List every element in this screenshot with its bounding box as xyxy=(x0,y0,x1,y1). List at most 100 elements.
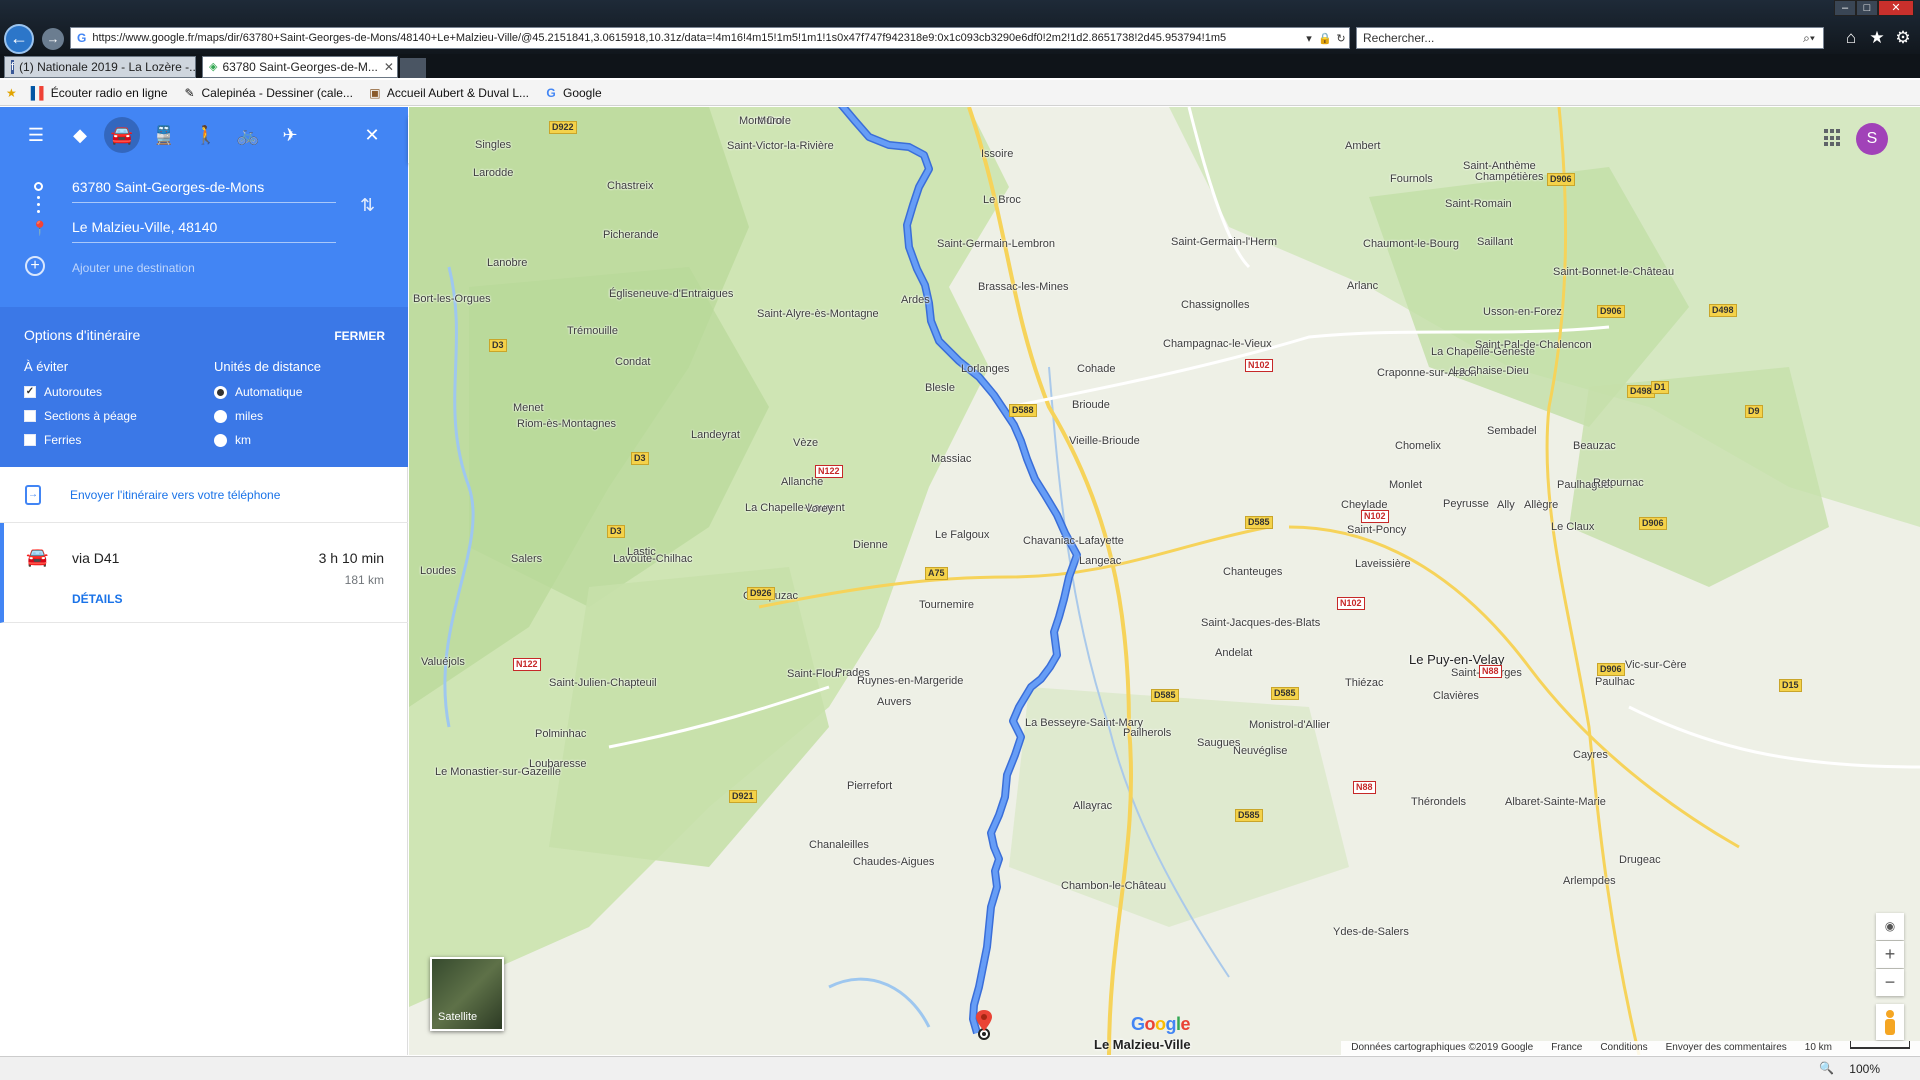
place-label: Usson-en-Forez xyxy=(1483,306,1562,318)
avatar[interactable]: S xyxy=(1856,123,1888,155)
red-pin-icon[interactable] xyxy=(976,1010,992,1032)
favorites-star-icon[interactable]: ★ xyxy=(1866,28,1888,48)
refresh-icon[interactable]: ↻ xyxy=(1333,32,1349,45)
car-icon: 🚘 xyxy=(26,547,49,567)
favorites-bar: ★ ▌▌ Écouter radio en ligne ✎ Calepinéa … xyxy=(0,80,1920,106)
units-automatic-radio[interactable]: Automatique xyxy=(214,385,302,399)
units-miles-radio[interactable]: miles xyxy=(214,409,263,423)
place-label: Chomelix xyxy=(1395,440,1441,452)
send-to-phone-row[interactable]: → Envoyer l'itinéraire vers votre téléph… xyxy=(0,467,408,523)
terms-link[interactable]: Conditions xyxy=(1600,1041,1647,1055)
units-km-radio[interactable]: km xyxy=(214,433,251,447)
destination-pin-icon: 📍 xyxy=(31,220,49,236)
road-shield: D3 xyxy=(631,452,649,465)
country-link[interactable]: France xyxy=(1551,1041,1582,1055)
browser-search-box[interactable]: Rechercher... ⌕▾ xyxy=(1356,27,1824,49)
place-label: Massiac xyxy=(931,453,972,465)
maximize-button[interactable]: □ xyxy=(1856,0,1878,16)
road-shield: D922 xyxy=(549,121,577,134)
home-icon[interactable]: ⌂ xyxy=(1840,28,1862,48)
favorite-aubert-duval[interactable]: ▣ Accueil Aubert & Duval L... xyxy=(367,86,529,100)
address-bar[interactable]: G https://www.google.fr/maps/dir/63780+S… xyxy=(70,27,1350,49)
place-label: Saint-Germain-Lembron xyxy=(937,238,1055,250)
checkbox-icon[interactable] xyxy=(24,410,36,422)
road-shield: D585 xyxy=(1271,687,1299,700)
avoid-ferries-checkbox[interactable]: Ferries xyxy=(24,433,81,447)
car-mode-icon[interactable]: 🚘 xyxy=(104,117,140,153)
road-shield: D15 xyxy=(1779,679,1802,692)
satellite-toggle-button[interactable]: Satellite xyxy=(430,957,504,1031)
zoom-in-button[interactable]: + xyxy=(1876,941,1904,968)
swap-icon[interactable]: ⇅ xyxy=(360,195,375,216)
map-base-layer xyxy=(409,107,1920,1055)
place-label: Le Falgoux xyxy=(935,529,990,541)
option-label: Ferries xyxy=(44,433,82,447)
place-label: La Chaise-Dieu xyxy=(1453,365,1529,377)
checkbox-icon[interactable] xyxy=(24,434,36,446)
radio-selected-icon[interactable] xyxy=(214,385,227,399)
cycling-mode-icon[interactable]: 🚲 xyxy=(230,117,266,153)
window-close-button[interactable]: ✕ xyxy=(1878,0,1914,16)
avoid-highways-checkbox[interactable]: ✓ Autoroutes xyxy=(24,385,102,399)
place-label: Chassignolles xyxy=(1181,299,1250,311)
zoom-out-button[interactable]: − xyxy=(1876,969,1904,996)
add-destination-input[interactable]: Ajouter une destination xyxy=(72,261,195,275)
place-label: Dienne xyxy=(853,539,888,551)
place-label: Saint-Julien-Chapteuil xyxy=(549,677,657,689)
checkbox-checked-icon[interactable]: ✓ xyxy=(24,386,36,398)
search-input[interactable]: Rechercher... xyxy=(1363,31,1795,45)
close-directions-icon[interactable]: ✕ xyxy=(354,117,390,153)
tab-close-icon[interactable]: ✕ xyxy=(378,60,394,74)
dropdown-icon[interactable]: ▾ xyxy=(1301,32,1317,45)
zoom-level[interactable]: 100% xyxy=(1849,1062,1880,1076)
street-view-pegman-icon[interactable] xyxy=(1876,1004,1904,1040)
my-location-icon[interactable]: ◉ xyxy=(1876,913,1904,940)
place-label: Brioude xyxy=(1072,399,1110,411)
menu-icon[interactable]: ☰ xyxy=(18,117,54,153)
route-option-card[interactable]: 🚘 via D41 3 h 10 min 181 km DÉTAILS xyxy=(0,523,408,623)
destination-input[interactable]: Le Malzieu-Ville, 48140 xyxy=(72,213,336,243)
tab-google-maps[interactable]: ◈ 63780 Saint-Georges-de-M... ✕ xyxy=(202,56,398,78)
radio-icon[interactable] xyxy=(214,433,227,447)
new-tab-button[interactable] xyxy=(400,58,426,78)
place-label: Tournemire xyxy=(919,599,975,611)
browser-statusbar: 🔍 100% xyxy=(0,1056,1920,1080)
send-to-phone-link[interactable]: Envoyer l'itinéraire vers votre téléphon… xyxy=(70,488,280,502)
road-shield: D588 xyxy=(1009,404,1037,417)
place-label: Chanteuges xyxy=(1223,566,1283,578)
radio-icon[interactable] xyxy=(214,409,227,423)
tab-facebook[interactable]: f (1) Nationale 2019 - La Lozère -... xyxy=(4,56,196,78)
minimize-button[interactable]: – xyxy=(1834,0,1856,16)
lock-icon[interactable]: 🔒 xyxy=(1317,32,1333,45)
favorite-google[interactable]: G Google xyxy=(543,86,601,100)
map-canvas[interactable]: Mont-Dore Murol Singles Saint-Victor-la-Riv… xyxy=(409,107,1920,1055)
place-label: Valuéjols xyxy=(421,656,465,668)
favorites-star-icon[interactable]: ★ xyxy=(6,86,17,100)
place-label: Paulhac xyxy=(1595,676,1635,688)
zoom-icon[interactable]: 🔍 xyxy=(1819,1061,1834,1075)
feedback-link[interactable]: Envoyer des commentaires xyxy=(1666,1041,1787,1055)
best-route-icon[interactable]: ◆ xyxy=(62,117,98,153)
route-details-link[interactable]: DÉTAILS xyxy=(72,592,122,606)
google-apps-icon[interactable] xyxy=(1824,129,1842,147)
search-icon[interactable]: ⌕▾ xyxy=(1795,31,1823,46)
place-label: Arlempdes xyxy=(1563,875,1616,887)
back-button[interactable]: ← xyxy=(4,24,34,54)
origin-input[interactable]: 63780 Saint-Georges-de-Mons xyxy=(72,173,336,203)
settings-gear-icon[interactable]: ⚙ xyxy=(1892,28,1914,48)
flight-mode-icon[interactable]: ✈ xyxy=(272,117,308,153)
transit-mode-icon[interactable]: 🚆 xyxy=(146,117,182,153)
place-label: Drugeac xyxy=(1619,854,1661,866)
options-close-button[interactable]: FERMER xyxy=(334,329,385,343)
add-destination-icon[interactable]: + xyxy=(25,256,45,276)
walking-mode-icon[interactable]: 🚶 xyxy=(188,117,224,153)
avoid-tolls-checkbox[interactable]: Sections à péage xyxy=(24,409,137,423)
option-label: miles xyxy=(235,409,264,423)
place-label: Chambon-le-Château xyxy=(1061,880,1167,892)
favorite-calepinea[interactable]: ✎ Calepinéa - Dessiner (cale... xyxy=(182,86,352,100)
scale-label[interactable]: 10 km xyxy=(1805,1041,1832,1055)
favorite-radio[interactable]: ▌▌ Écouter radio en ligne xyxy=(31,86,168,100)
option-label: Automatique xyxy=(235,385,303,399)
forward-button[interactable]: → xyxy=(42,28,64,50)
url-text[interactable]: https://www.google.fr/maps/dir/63780+Sai… xyxy=(92,32,1301,44)
